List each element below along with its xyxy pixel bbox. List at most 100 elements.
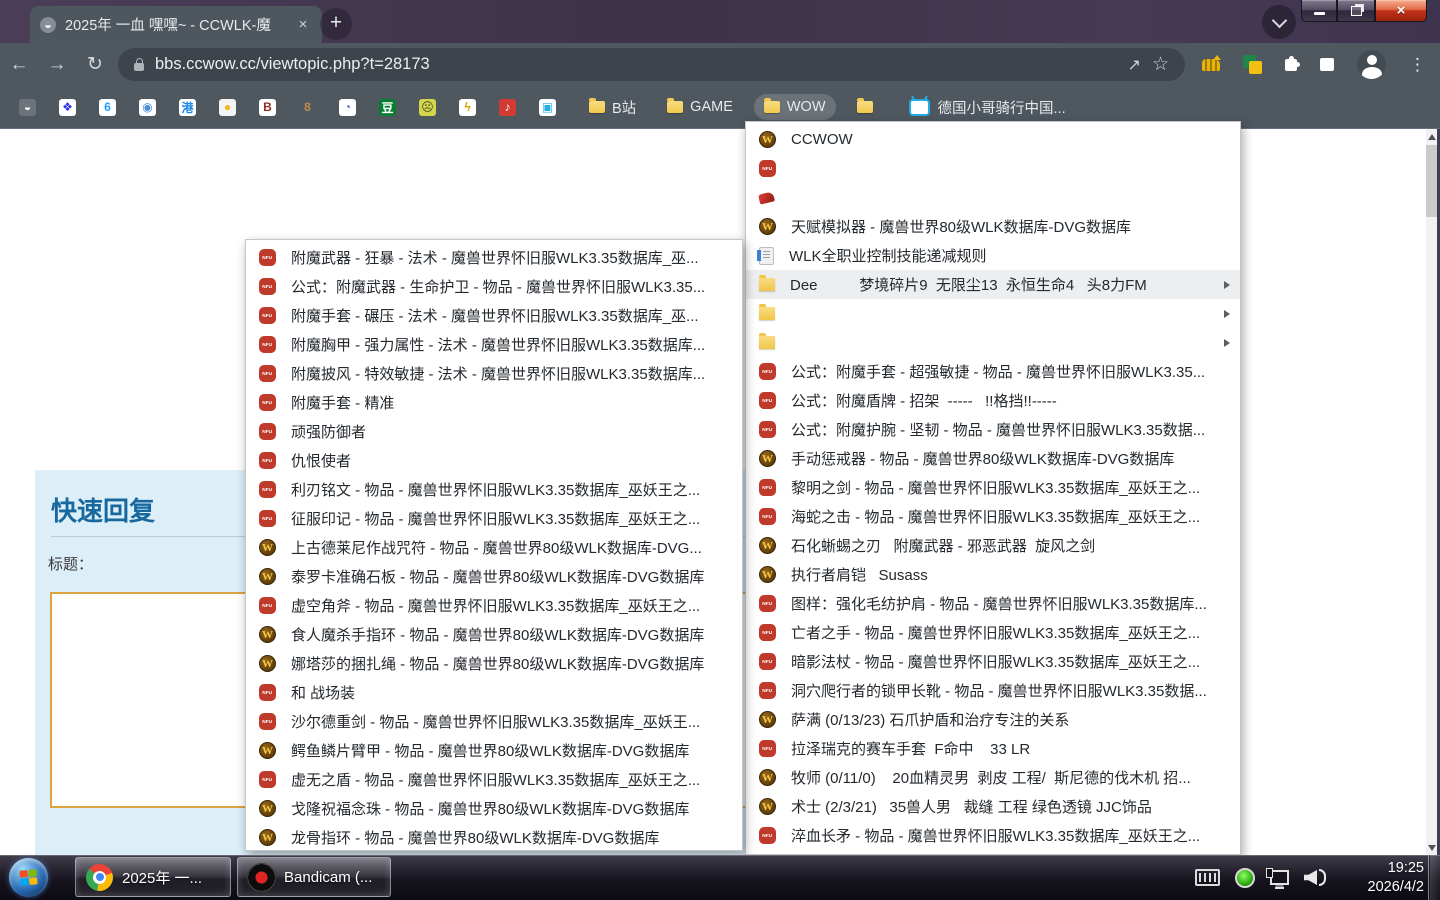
bookmark-menu-item[interactable]: 术士 (2/3/21) 35兽人男 裁缝 工程 绿色透镜 JJC饰品 <box>746 792 1240 821</box>
globe-favicon[interactable]: ◒ <box>19 99 36 116</box>
bookmark-menu-item[interactable]: 黎明之剑 - 物品 - 魔兽世界怀旧服WLK3.35数据库_巫妖王之... <box>746 473 1240 502</box>
taskbar-bandicam-button[interactable]: Bandicam (... <box>237 857 391 897</box>
bookmark-menu-item[interactable]: 公式：附魔护腕 - 坚韧 - 物品 - 魔兽世界怀旧服WLK3.35数据... <box>746 415 1240 444</box>
bookmark-menu-item[interactable]: 石化蜥蜴之刃 附魔武器 - 邪恶武器 旋风之剑 <box>746 531 1240 560</box>
volume-tray-icon[interactable] <box>1304 869 1326 886</box>
bookmark-menu-item[interactable]: 附魔披风 - 特效敏捷 - 法术 - 魔兽世界怀旧服WLK3.35数据库... <box>246 359 742 388</box>
address-bar[interactable]: bbs.ccwow.cc/viewtopic.php?t=28173 ↗ ☆ <box>118 48 1185 81</box>
bookmark-menu-item[interactable]: 戈隆祝福念珠 - 物品 - 魔兽世界80级WLK数据库-DVG数据库 <box>246 794 742 823</box>
bookmark-menu-item[interactable]: CCWOW <box>746 125 1240 154</box>
reload-button[interactable]: ↻ <box>76 53 114 76</box>
profile-avatar[interactable] <box>1357 50 1386 79</box>
browser-tab[interactable]: ◒ 2025年 一血 嘿嘿~ - CCWLK-魔 × <box>30 6 322 43</box>
bandicam-tray-icon[interactable] <box>1235 868 1255 888</box>
bookmark-folder-game[interactable]: GAME <box>657 94 743 120</box>
sidebar-icon[interactable] <box>1320 58 1334 71</box>
bookmark-menu-item[interactable]: 公式：附魔盾牌 - 招架 ----- !!格挡!!----- <box>746 386 1240 415</box>
bookmark-menu-item[interactable]: 食人魔杀手指环 - 物品 - 魔兽世界80级WLK数据库-DVG数据库 <box>246 620 742 649</box>
bookmark-menu-item[interactable]: 公式：附魔手套 - 超强敏捷 - 物品 - 魔兽世界怀旧服WLK3.35... <box>746 357 1240 386</box>
angry-face-favicon[interactable]: ☹ <box>419 99 436 116</box>
gang-favicon[interactable]: 港 <box>179 99 196 116</box>
bookmark-menu-item[interactable]: 天赋模拟器 - 魔兽世界80级WLK数据库-DVG数据库 <box>746 212 1240 241</box>
share-icon[interactable]: ↗ <box>1128 55 1141 75</box>
close-button[interactable]: × <box>1375 0 1427 22</box>
bookmark-star-icon[interactable]: ☆ <box>1152 53 1169 76</box>
scroll-up-arrow-icon[interactable] <box>1426 129 1437 144</box>
cat-extension-icon[interactable] <box>1202 59 1220 71</box>
extensions-puzzle-icon[interactable] <box>1285 59 1297 71</box>
bookmark-menu-item[interactable]: 沙尔德重剑 - 物品 - 魔兽世界怀旧服WLK3.35数据库_巫妖王... <box>246 707 742 736</box>
bookmark-menu-item[interactable]: 鳄鱼鳞片臂甲 - 物品 - 魔兽世界80级WLK数据库-DVG数据库 <box>246 736 742 765</box>
bookmark-menu-item[interactable] <box>746 183 1240 212</box>
bookmark-menu-item[interactable]: 虚空角斧 - 物品 - 魔兽世界怀旧服WLK3.35数据库_巫妖王之... <box>246 591 742 620</box>
show-desktop-button[interactable] <box>1428 855 1440 900</box>
taskbar-chrome-button[interactable]: 2025年 一... <box>75 857 231 897</box>
bookmark-menu-item[interactable]: 娜塔莎的捆扎绳 - 物品 - 魔兽世界80级WLK数据库-DVG数据库 <box>246 649 742 678</box>
bookmark-menu-item[interactable]: 利刃铭文 - 物品 - 魔兽世界怀旧服WLK3.35数据库_巫妖王之... <box>246 475 742 504</box>
taskbar-clock[interactable]: 19:25 2026/4/2 <box>1368 859 1424 897</box>
bookmark-menu-item[interactable]: 洞穴爬行者的锁甲长靴 - 物品 - 魔兽世界怀旧服WLK3.35数据... <box>746 676 1240 705</box>
baidu-favicon[interactable]: ❖ <box>59 99 76 116</box>
bookmark-menu-item[interactable]: 和 战场装 <box>246 678 742 707</box>
maximize-button[interactable] <box>1337 0 1375 22</box>
forward-button[interactable]: → <box>38 54 76 76</box>
peanut-favicon[interactable]: 8 <box>299 99 316 116</box>
bookmark-menu-item[interactable]: 拉泽瑞克的赛车手套 F命中 33 LR <box>746 734 1240 763</box>
tab-close-icon[interactable]: × <box>294 16 312 34</box>
bookmark-item-icon <box>759 392 776 409</box>
bookmark-menu-item[interactable]: 图样：强化毛纺护肩 - 物品 - 魔兽世界怀旧服WLK3.35数据库... <box>746 589 1240 618</box>
bookmark-menu-item[interactable] <box>746 299 1240 328</box>
red-b-favicon[interactable]: B <box>259 99 276 116</box>
bookmark-menu-item[interactable]: 附魔手套 - 精准 <box>246 388 742 417</box>
bookmark-folder-bzhan[interactable]: B站 <box>579 92 646 123</box>
bookmark-menu-item[interactable]: 虚无之盾 - 物品 - 魔兽世界怀旧服WLK3.35数据库_巫妖王之... <box>246 765 742 794</box>
keyboard-tray-icon[interactable] <box>1195 869 1220 886</box>
bilibili-favicon[interactable]: ▣ <box>539 99 556 116</box>
bookmark-menu-item[interactable]: 仇恨使者 <box>246 446 742 475</box>
douban-favicon[interactable]: 豆 <box>379 99 396 116</box>
pie-chart-favicon[interactable]: ◔ <box>339 99 356 116</box>
bookmark-bilibili-trip[interactable]: 德国小哥骑行中国... <box>909 97 1066 118</box>
scrollbar-thumb[interactable] <box>1426 145 1437 217</box>
bookmark-menu-item[interactable]: 泰罗卡准确石板 - 物品 - 魔兽世界80级WLK数据库-DVG数据库 <box>246 562 742 591</box>
bookmark-menu-item[interactable]: 执行者肩铠 Susass <box>746 560 1240 589</box>
blue-6-favicon[interactable]: 6 <box>99 99 116 116</box>
globe-favicon-icon: ◒ <box>40 17 56 33</box>
blue-ball-favicon[interactable]: ◉ <box>139 99 156 116</box>
bookmark-menu-item[interactable]: 征服印记 - 物品 - 魔兽世界怀旧服WLK3.35数据库_巫妖王之... <box>246 504 742 533</box>
bookmark-menu-item[interactable]: 上古德莱尼作战咒符 - 物品 - 魔兽世界80级WLK数据库-DVG... <box>246 533 742 562</box>
bookmark-menu-item[interactable]: 附魔手套 - 碾压 - 法术 - 魔兽世界怀旧服WLK3.35数据库_巫... <box>246 301 742 330</box>
minimize-button[interactable] <box>1301 0 1337 22</box>
browser-menu-icon[interactable]: ⋮ <box>1409 55 1426 75</box>
bookmark-folder-wow[interactable]: WOW <box>754 94 836 120</box>
squares-extension-icon[interactable] <box>1243 55 1262 74</box>
bookmark-menu-item[interactable]: 公式：附魔武器 - 生命护卫 - 物品 - 魔兽世界怀旧服WLK3.35... <box>246 272 742 301</box>
new-tab-button[interactable]: + <box>320 8 352 40</box>
bookmark-menu-item[interactable]: 亡者之手 - 物品 - 魔兽世界怀旧服WLK3.35数据库_巫妖王之... <box>746 618 1240 647</box>
bookmark-menu-item[interactable]: 暗影法杖 - 物品 - 魔兽世界怀旧服WLK3.35数据库_巫妖王之... <box>746 647 1240 676</box>
orange-dot-favicon[interactable]: ● <box>219 99 236 116</box>
back-button[interactable]: ← <box>0 54 38 76</box>
bookmark-folder-unnamed[interactable] <box>847 96 890 118</box>
netease-music-favicon[interactable]: ♪ <box>499 99 516 116</box>
bookmark-menu-item[interactable] <box>746 328 1240 357</box>
bookmark-menu-item[interactable]: 顽强防御者 <box>246 417 742 446</box>
bookmark-menu-item[interactable]: 附魔胸甲 - 强力属性 - 法术 - 魔兽世界怀旧服WLK3.35数据库... <box>246 330 742 359</box>
hornet-favicon[interactable]: ϟ <box>459 99 476 116</box>
bookmark-menu-item[interactable]: 淬血长矛 - 物品 - 魔兽世界怀旧服WLK3.35数据库_巫妖王之... <box>746 821 1240 850</box>
page-scrollbar[interactable] <box>1426 129 1437 855</box>
scroll-down-arrow-icon[interactable] <box>1426 840 1437 855</box>
bookmark-menu-item[interactable]: 龙骨指环 - 物品 - 魔兽世界80级WLK数据库-DVG数据库 <box>246 823 742 852</box>
bookmark-menu-item[interactable]: 手动惩戒器 - 物品 - 魔兽世界80级WLK数据库-DVG数据库 <box>746 444 1240 473</box>
tab-search-button[interactable] <box>1262 5 1296 39</box>
bookmark-menu-item[interactable]: 萨满 (0/13/23) 石爪护盾和治疗专注的关系 <box>746 705 1240 734</box>
network-tray-icon[interactable] <box>1270 870 1289 885</box>
bookmark-menu-item[interactable] <box>746 154 1240 183</box>
bookmark-menu-item[interactable]: WLK全职业控制技能递减规则 <box>746 241 1240 270</box>
start-button[interactable] <box>9 858 48 897</box>
bookmark-menu-item[interactable]: 附魔武器 - 狂暴 - 法术 - 魔兽世界怀旧服WLK3.35数据库_巫... <box>246 243 742 272</box>
bookmark-menu-item[interactable]: 牧师 (0/11/0) 20血精灵男 剥皮 工程/ 斯尼德的伐木机 招... <box>746 763 1240 792</box>
bookmark-menu-item[interactable]: Dee 梦境碎片9 无限尘13 永恒生命4 头8力FM <box>746 270 1240 299</box>
bookmark-menu-item[interactable]: 海蛇之击 - 物品 - 魔兽世界怀旧服WLK3.35数据库_巫妖王之... <box>746 502 1240 531</box>
url-text[interactable]: bbs.ccwow.cc/viewtopic.php?t=28173 <box>155 55 1117 74</box>
